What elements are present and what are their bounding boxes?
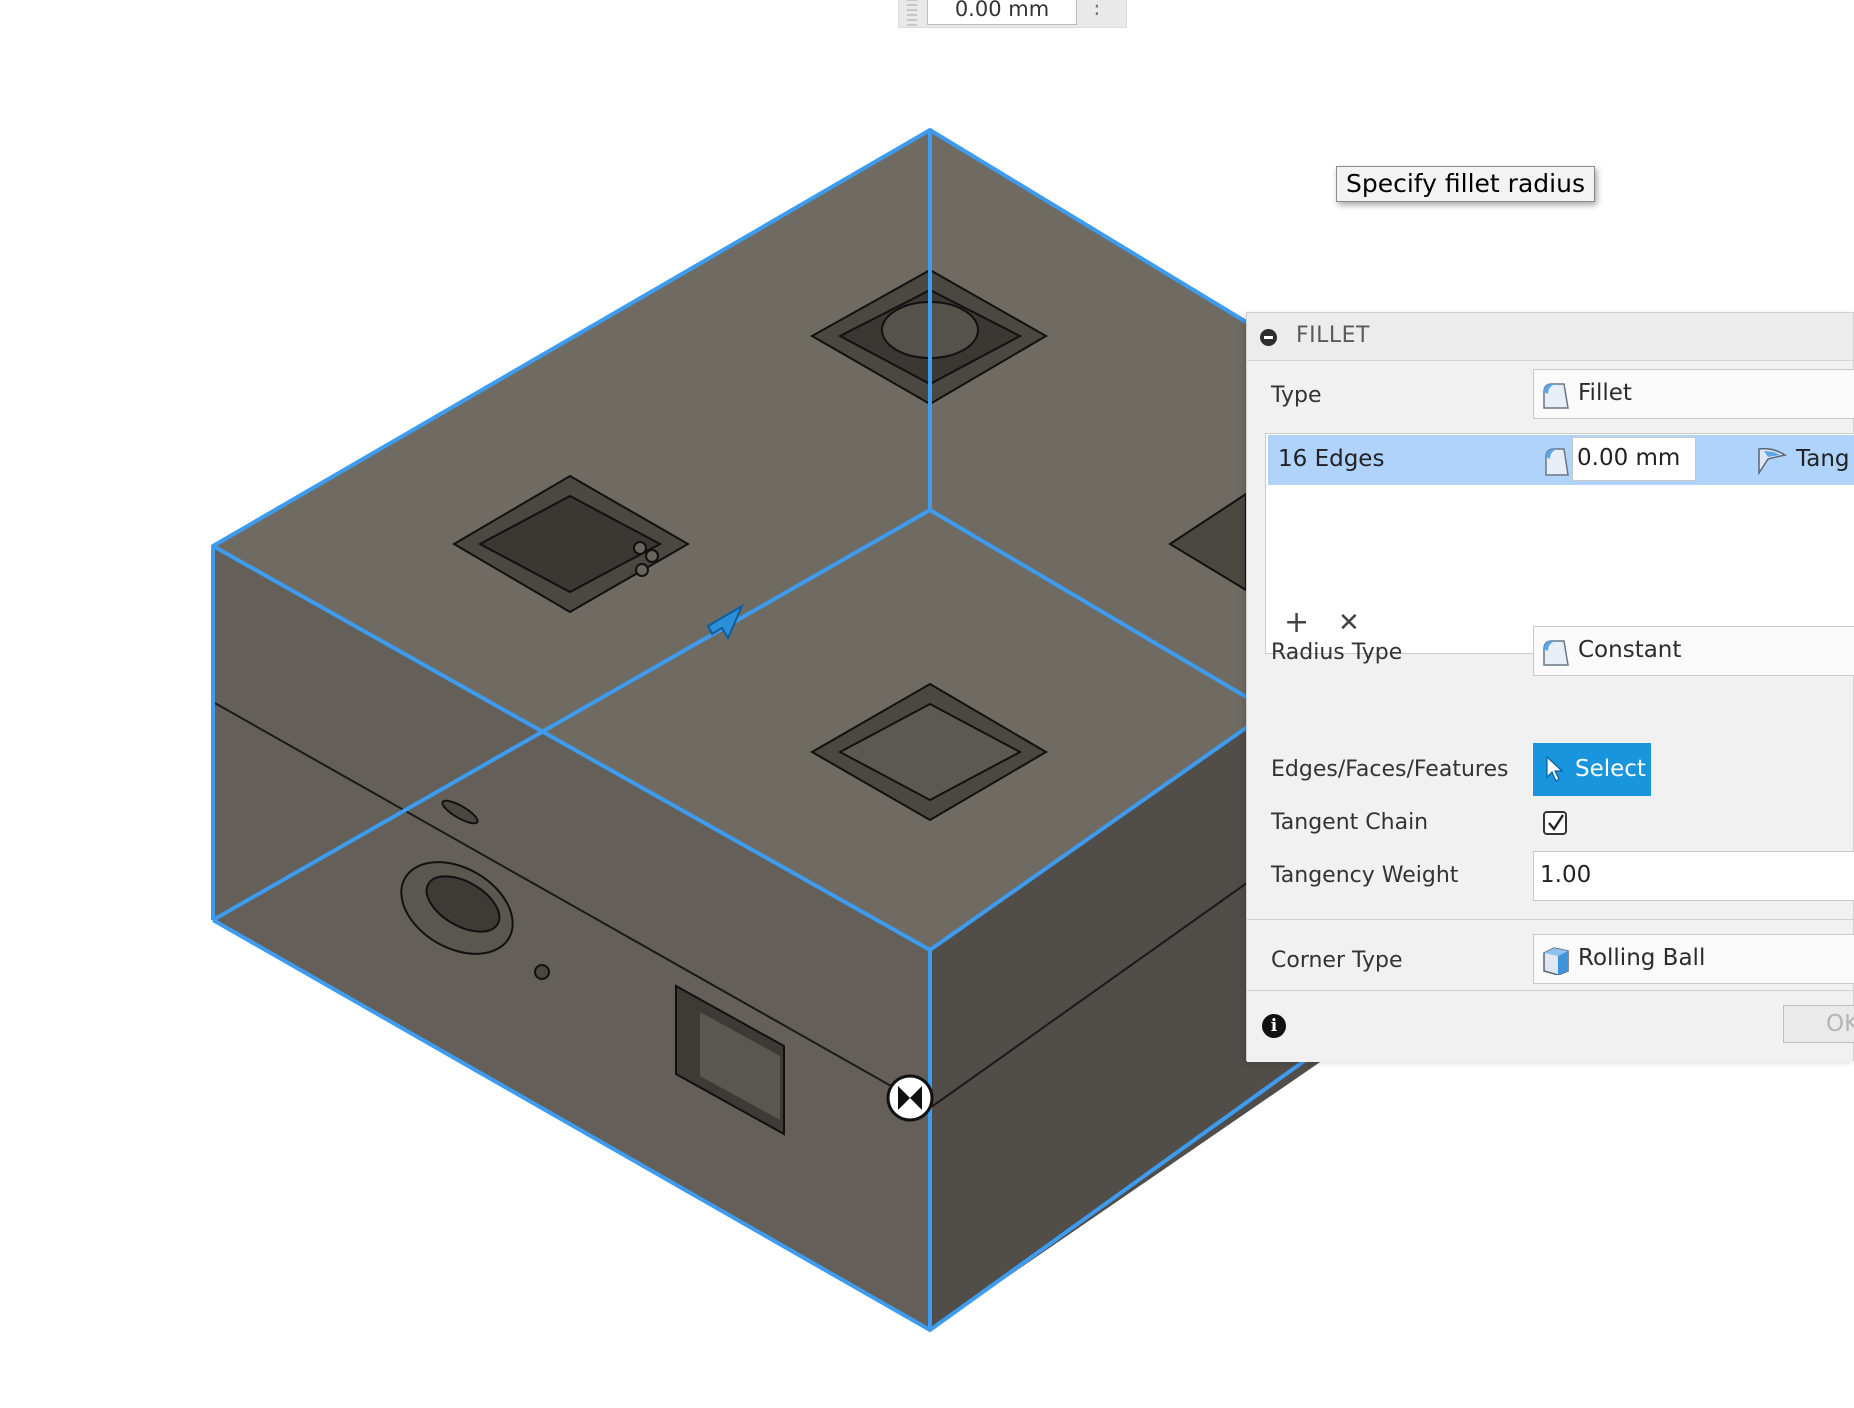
corner-type-value: Rolling Ball: [1578, 945, 1706, 971]
panel-title: FILLET: [1296, 323, 1370, 348]
edge-count: 16 Edges: [1278, 446, 1385, 472]
add-icon[interactable]: +: [1284, 608, 1309, 638]
select-button[interactable]: Select: [1533, 743, 1651, 796]
fillet-panel: FILLET Type Fillet 16 Edges 0.00 mm Tang…: [1246, 312, 1854, 1062]
distance-toolbar: 0.00 mm ⋮: [898, 0, 1127, 28]
tangent-chain-checkbox[interactable]: [1543, 811, 1567, 835]
rolling-ball-icon: [1543, 947, 1569, 975]
continuity-value: Tang: [1796, 446, 1850, 472]
tangent-chain-label: Tangent Chain: [1271, 810, 1429, 835]
type-label: Type: [1271, 383, 1322, 408]
collapse-icon[interactable]: [1260, 329, 1277, 346]
ok-button[interactable]: OK: [1783, 1005, 1854, 1043]
radius-type-label: Radius Type: [1271, 640, 1403, 665]
select-button-label: Select: [1575, 756, 1646, 782]
radius-input[interactable]: 0.00 mm: [1572, 437, 1696, 481]
drag-handle[interactable]: [907, 0, 917, 26]
panel-header: FILLET: [1247, 313, 1853, 361]
edges-faces-features-label: Edges/Faces/Features: [1271, 757, 1509, 782]
info-icon[interactable]: i: [1262, 1014, 1286, 1038]
radius-icon: [1545, 448, 1569, 476]
radius-type-dropdown[interactable]: Constant: [1533, 626, 1854, 676]
constant-radius-icon: [1543, 640, 1569, 666]
flip-direction-icon[interactable]: [886, 1074, 934, 1122]
corner-type-label: Corner Type: [1271, 948, 1403, 973]
tangent-continuity-icon[interactable]: [1756, 445, 1788, 475]
tangency-weight-input[interactable]: 1.00: [1533, 851, 1854, 901]
type-value: Fillet: [1578, 380, 1632, 406]
corner-type-dropdown[interactable]: Rolling Ball: [1533, 934, 1854, 984]
radius-type-value: Constant: [1578, 637, 1682, 663]
close-icon[interactable]: ✕: [1338, 610, 1360, 636]
tooltip: Specify fillet radius: [1336, 166, 1595, 202]
panel-footer: i OK: [1247, 990, 1854, 1062]
divider: [1247, 919, 1853, 920]
tangency-weight-label: Tangency Weight: [1271, 863, 1459, 888]
distance-value-input[interactable]: 0.00 mm: [927, 0, 1077, 25]
more-options-icon[interactable]: ⋮: [1086, 0, 1108, 18]
table-row[interactable]: 16 Edges 0.00 mm Tang: [1268, 435, 1854, 485]
type-dropdown[interactable]: Fillet: [1533, 369, 1854, 419]
cursor-icon: [1546, 756, 1563, 782]
edge-selection-list: 16 Edges 0.00 mm Tang + ✕: [1265, 433, 1854, 654]
fillet-type-icon: [1543, 383, 1569, 409]
checkmark-icon: [1548, 814, 1565, 832]
